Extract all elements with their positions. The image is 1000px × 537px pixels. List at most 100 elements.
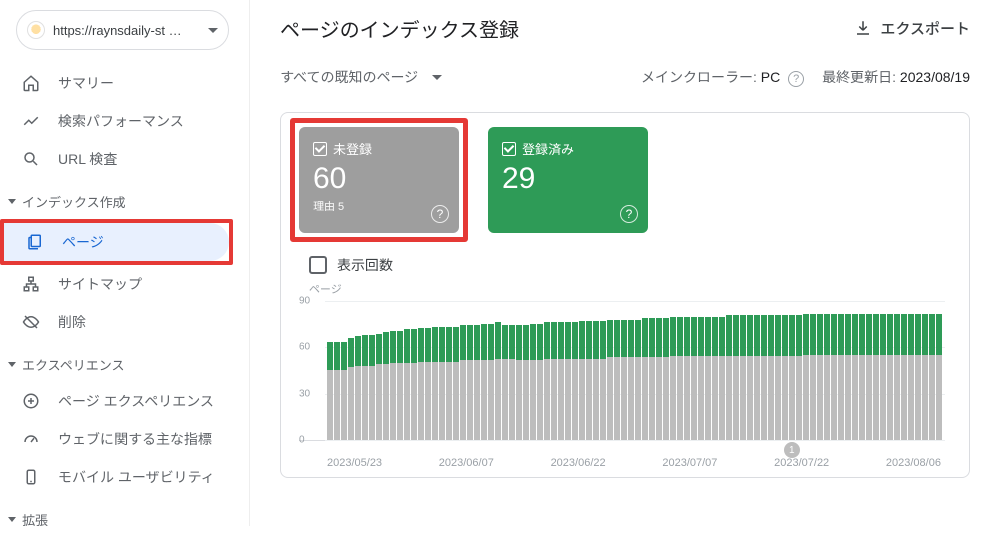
chart-bar[interactable] bbox=[635, 320, 641, 440]
chart-bar[interactable] bbox=[649, 318, 655, 440]
chart-bar[interactable] bbox=[383, 332, 389, 440]
chart-bar[interactable] bbox=[796, 315, 802, 440]
help-icon[interactable]: ? bbox=[788, 71, 804, 87]
chart-bar[interactable] bbox=[341, 342, 347, 440]
chart-bar[interactable] bbox=[691, 317, 697, 440]
chart-bar[interactable] bbox=[586, 321, 592, 440]
chart-bar[interactable] bbox=[663, 318, 669, 440]
chart-bar[interactable] bbox=[915, 314, 921, 440]
chart-bar[interactable] bbox=[523, 325, 529, 440]
chart-bar[interactable] bbox=[334, 342, 340, 440]
chart-bar[interactable] bbox=[390, 331, 396, 440]
chart-bar[interactable] bbox=[607, 320, 613, 440]
chart-bar[interactable] bbox=[348, 338, 354, 440]
sidebar-item-pages[interactable]: ページ bbox=[4, 223, 229, 261]
chart-bar[interactable] bbox=[579, 321, 585, 440]
chart-bar[interactable] bbox=[754, 315, 760, 440]
chart-bar[interactable] bbox=[404, 329, 410, 440]
chart-bar[interactable] bbox=[544, 322, 550, 440]
chart-bar[interactable] bbox=[446, 327, 452, 440]
chart-bar[interactable] bbox=[481, 324, 487, 440]
chart-bar[interactable] bbox=[740, 315, 746, 440]
sidebar-item-mobile[interactable]: モバイル ユーザビリティ bbox=[0, 458, 239, 496]
chart-bar[interactable] bbox=[712, 317, 718, 440]
chart-bar[interactable] bbox=[537, 324, 543, 440]
chart-bar[interactable] bbox=[467, 325, 473, 440]
export-button[interactable]: エクスポート bbox=[854, 18, 970, 39]
chart-bar[interactable] bbox=[936, 314, 942, 440]
chart-bar[interactable] bbox=[677, 317, 683, 440]
sidebar-item-sitemap[interactable]: サイトマップ bbox=[0, 265, 239, 303]
sidebar-item-url-inspect[interactable]: URL 検査 bbox=[0, 140, 239, 178]
chart-bar[interactable] bbox=[474, 325, 480, 440]
chart-bar[interactable] bbox=[838, 314, 844, 440]
tile-checkbox[interactable]: 登録済み bbox=[502, 139, 634, 158]
chart-bar[interactable] bbox=[516, 325, 522, 440]
chart-bar[interactable] bbox=[852, 314, 858, 440]
chart-bar[interactable] bbox=[558, 322, 564, 440]
chart-bar[interactable] bbox=[369, 335, 375, 440]
chart-bar[interactable] bbox=[768, 315, 774, 440]
chart-bar[interactable] bbox=[614, 320, 620, 440]
tile-indexed[interactable]: 登録済み 29 ? bbox=[488, 127, 648, 233]
chart-bar[interactable] bbox=[831, 314, 837, 440]
chart-bar[interactable] bbox=[733, 315, 739, 440]
sidebar-section-indexing[interactable]: インデックス作成 bbox=[0, 178, 239, 219]
chart-bar[interactable]: 1 bbox=[789, 315, 795, 440]
chart-bar[interactable] bbox=[908, 314, 914, 440]
chart-bar[interactable] bbox=[593, 321, 599, 440]
chart-bar[interactable] bbox=[894, 314, 900, 440]
chart-bar[interactable] bbox=[551, 322, 557, 440]
chart-bar[interactable] bbox=[922, 314, 928, 440]
chart-bar[interactable] bbox=[810, 314, 816, 440]
chart-bar[interactable] bbox=[509, 325, 515, 440]
chart-bar[interactable] bbox=[572, 322, 578, 440]
chart-bar[interactable] bbox=[782, 315, 788, 440]
page-filter[interactable]: すべての既知のページ bbox=[280, 67, 442, 87]
chart-bar[interactable] bbox=[775, 315, 781, 440]
chart-bar[interactable] bbox=[362, 335, 368, 440]
chart-bar[interactable] bbox=[873, 314, 879, 440]
chart-bar[interactable] bbox=[747, 315, 753, 440]
chart-bar[interactable] bbox=[859, 314, 865, 440]
chart-bar[interactable] bbox=[684, 317, 690, 440]
chart-bar[interactable] bbox=[866, 314, 872, 440]
chart-bar[interactable] bbox=[565, 322, 571, 440]
help-icon[interactable]: ? bbox=[620, 205, 638, 223]
chart-bar[interactable] bbox=[488, 324, 494, 440]
impressions-toggle[interactable]: 表示回数 bbox=[309, 255, 969, 275]
chart-bar[interactable] bbox=[418, 328, 424, 440]
chart-bar[interactable] bbox=[887, 314, 893, 440]
chart-bar[interactable] bbox=[432, 327, 438, 440]
sidebar-section-ext[interactable]: 拡張 bbox=[0, 496, 239, 537]
chart-bar[interactable] bbox=[761, 315, 767, 440]
chart-bar[interactable] bbox=[880, 314, 886, 440]
chart-bar[interactable] bbox=[824, 314, 830, 440]
chart-bar[interactable] bbox=[698, 317, 704, 440]
sidebar-item-cwv[interactable]: ウェブに関する主な指標 bbox=[0, 420, 239, 458]
tile-not-indexed[interactable]: 未登録 60 理由 5 ? bbox=[299, 127, 459, 233]
chart-bar[interactable] bbox=[411, 329, 417, 440]
chart-bar[interactable] bbox=[495, 322, 501, 440]
chart-bar[interactable] bbox=[929, 314, 935, 440]
sidebar-section-experience[interactable]: エクスペリエンス bbox=[0, 341, 239, 382]
sidebar-item-summary[interactable]: サマリー bbox=[0, 64, 239, 102]
chart-bar[interactable] bbox=[376, 334, 382, 440]
chart-bar[interactable] bbox=[845, 314, 851, 440]
chart-bar[interactable] bbox=[817, 314, 823, 440]
chart-bar[interactable] bbox=[628, 320, 634, 440]
chart-bar[interactable] bbox=[600, 321, 606, 440]
chart-bar[interactable] bbox=[642, 318, 648, 440]
tile-checkbox[interactable]: 未登録 bbox=[313, 139, 445, 158]
chart-bar[interactable] bbox=[355, 336, 361, 440]
sidebar-item-page-experience[interactable]: ページ エクスペリエンス bbox=[0, 382, 239, 420]
help-icon[interactable]: ? bbox=[431, 205, 449, 223]
chart-bar[interactable] bbox=[327, 342, 333, 440]
chart-bar[interactable] bbox=[621, 320, 627, 440]
site-picker[interactable]: https://raynsdaily-st … bbox=[16, 10, 229, 50]
chart-bar[interactable] bbox=[803, 314, 809, 440]
chart-bar[interactable] bbox=[502, 325, 508, 440]
sidebar-item-performance[interactable]: 検索パフォーマンス bbox=[0, 102, 239, 140]
chart-bar[interactable] bbox=[719, 317, 725, 440]
chart-bar[interactable] bbox=[530, 324, 536, 440]
